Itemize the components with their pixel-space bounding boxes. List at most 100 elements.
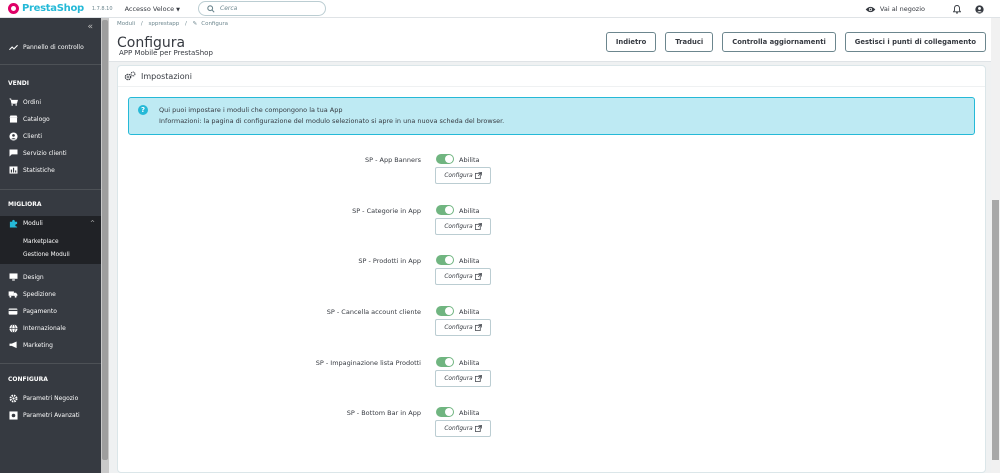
external-link-icon bbox=[474, 425, 482, 432]
configure-button[interactable]: Configura bbox=[435, 370, 491, 387]
sidebar-item-orders[interactable]: Ordini bbox=[0, 95, 101, 109]
sidebar-scrollbar[interactable] bbox=[101, 18, 109, 473]
truck-icon bbox=[8, 290, 18, 298]
section-configure-heading: CONFIGURA bbox=[8, 376, 48, 383]
sidebar-item-label: Clienti bbox=[23, 132, 43, 140]
configure-button[interactable]: Configura bbox=[435, 167, 491, 184]
module-row: SP - Categorie in App Abilita Configura bbox=[118, 205, 987, 247]
logo-text: PrestaShop bbox=[22, 3, 84, 14]
enable-label: Abilita bbox=[459, 257, 480, 265]
external-link-icon bbox=[474, 324, 482, 331]
search-input[interactable]: Cerca bbox=[198, 1, 327, 16]
sidebar-item-label: Statistiche bbox=[23, 166, 55, 174]
external-link-icon bbox=[474, 223, 482, 230]
main-scrollbar[interactable] bbox=[991, 18, 1000, 473]
sidebar-item-payment[interactable]: Pagamento bbox=[0, 304, 101, 318]
help-icon: ? bbox=[138, 105, 148, 115]
sidebar-item-marketing[interactable]: Marketing bbox=[0, 338, 101, 352]
trending-up-icon bbox=[8, 44, 18, 51]
sidebar-item-dashboard[interactable]: Pannello di controllo bbox=[0, 40, 101, 54]
configure-button[interactable]: Configura bbox=[435, 218, 491, 235]
logo[interactable]: PrestaShop bbox=[8, 3, 84, 14]
enable-label: Abilita bbox=[459, 409, 480, 417]
external-link-icon bbox=[474, 172, 482, 179]
module-row: SP - Impaginazione lista Prodotti Abilit… bbox=[118, 357, 987, 399]
check-updates-button[interactable]: Controlla aggiornamenti bbox=[722, 32, 836, 52]
credit-card-icon bbox=[8, 307, 18, 315]
sidebar-item-label: Spedizione bbox=[23, 290, 56, 298]
top-bar: PrestaShop 1.7.8.10 Accesso Veloce ▼ Cerc… bbox=[0, 0, 1000, 18]
view-store-link[interactable]: Vai al negozio bbox=[865, 5, 925, 13]
caret-down-icon: ▼ bbox=[176, 6, 181, 13]
module-name: SP - App Banners bbox=[364, 156, 421, 164]
configure-label: Configura bbox=[444, 425, 473, 432]
sidebar-item-shop-params[interactable]: Parametri Negozio bbox=[0, 391, 101, 405]
globe-icon bbox=[8, 323, 18, 333]
settings-applications-icon bbox=[8, 410, 18, 420]
section-improve-heading: MIGLIORA bbox=[8, 201, 42, 208]
module-name: SP - Prodotti in App bbox=[358, 257, 421, 265]
sidebar-item-label: Catalogo bbox=[23, 115, 50, 123]
info-alert: ? Qui puoi impostare i moduli che compon… bbox=[128, 97, 975, 135]
configure-button[interactable]: Configura bbox=[435, 319, 491, 336]
breadcrumb: Moduli / spprestapp / ✎ Configura bbox=[117, 21, 228, 27]
enable-label: Abilita bbox=[459, 359, 480, 367]
prestashop-logo-icon bbox=[8, 3, 19, 14]
toolbar: Indietro Traduci Controlla aggiornamenti… bbox=[597, 32, 986, 52]
quick-access-label: Accesso Veloce bbox=[124, 4, 175, 13]
enable-switch[interactable] bbox=[436, 205, 454, 215]
search-icon bbox=[207, 4, 215, 13]
page-header: Moduli / spprestapp / ✎ Configura Configu… bbox=[109, 18, 991, 62]
translate-button[interactable]: Traduci bbox=[665, 32, 714, 52]
pencil-icon: ✎ bbox=[192, 21, 198, 27]
sidebar: « Pannello di controllo VENDI Ordini Cat… bbox=[0, 18, 101, 473]
sidebar-item-advanced-params[interactable]: Parametri Avanzati bbox=[0, 408, 101, 422]
enable-switch[interactable] bbox=[436, 154, 454, 164]
configure-button[interactable]: Configura bbox=[435, 268, 491, 285]
sidebar-item-design[interactable]: Design bbox=[0, 270, 101, 284]
sidebar-item-customer-service[interactable]: Servizio clienti bbox=[0, 146, 101, 160]
enable-switch[interactable] bbox=[436, 306, 454, 316]
enable-label: Abilita bbox=[459, 207, 480, 215]
sidebar-item-customers[interactable]: Clienti bbox=[0, 129, 101, 143]
sidebar-item-shipping[interactable]: Spedizione bbox=[0, 287, 101, 301]
sidebar-item-modules[interactable]: Moduli ^ bbox=[0, 216, 101, 230]
puzzle-icon bbox=[8, 219, 18, 228]
breadcrumb-module[interactable]: spprestapp bbox=[149, 21, 180, 27]
configure-button[interactable]: Configura bbox=[435, 420, 491, 437]
module-row: SP - App Banners Abilita Configura bbox=[118, 154, 987, 196]
sidebar-item-label: Marketing bbox=[23, 341, 53, 349]
enable-switch[interactable] bbox=[436, 357, 454, 367]
sidebar-item-catalog[interactable]: Catalogo bbox=[0, 112, 101, 126]
sidebar-item-label: Parametri Negozio bbox=[23, 394, 79, 402]
notifications-bell-icon[interactable] bbox=[953, 4, 961, 14]
back-button[interactable]: Indietro bbox=[605, 32, 657, 52]
panel-heading: Impostazioni bbox=[118, 66, 985, 87]
search-placeholder: Cerca bbox=[220, 5, 238, 12]
chevron-up-icon: ^ bbox=[89, 219, 95, 227]
panel-title: Impostazioni bbox=[141, 71, 192, 81]
module-name: SP - Cancella account cliente bbox=[326, 308, 421, 316]
quick-access-dropdown[interactable]: Accesso Veloce ▼ bbox=[125, 5, 180, 13]
version-label: 1.7.8.10 bbox=[91, 5, 113, 12]
module-name: SP - Bottom Bar in App bbox=[346, 409, 421, 417]
desktop-icon bbox=[8, 273, 18, 281]
sidebar-item-label: Moduli bbox=[23, 219, 43, 227]
module-row: SP - Cancella account cliente Abilita Co… bbox=[118, 306, 987, 348]
sidebar-item-stats[interactable]: Statistiche bbox=[0, 163, 101, 177]
view-store-label: Vai al negozio bbox=[879, 5, 925, 13]
breadcrumb-modules[interactable]: Moduli bbox=[117, 21, 135, 27]
sidebar-item-label: Ordini bbox=[23, 98, 42, 106]
sidebar-subitem-module-manager[interactable]: Gestione Moduli bbox=[23, 252, 70, 258]
collapse-sidebar-icon[interactable]: « bbox=[87, 22, 93, 32]
enable-switch[interactable] bbox=[436, 255, 454, 265]
sidebar-item-label: Internazionale bbox=[23, 324, 66, 332]
sidebar-item-international[interactable]: Internazionale bbox=[0, 321, 101, 335]
manage-hooks-button[interactable]: Gestisci i punti di collegamento bbox=[844, 32, 986, 52]
configure-label: Configura bbox=[444, 375, 473, 382]
sidebar-item-label: Pannello di controllo bbox=[23, 43, 84, 51]
user-account-icon[interactable] bbox=[975, 4, 984, 14]
eye-icon bbox=[865, 6, 876, 12]
enable-switch[interactable] bbox=[436, 407, 454, 417]
sidebar-subitem-marketplace[interactable]: Marketplace bbox=[23, 239, 59, 245]
